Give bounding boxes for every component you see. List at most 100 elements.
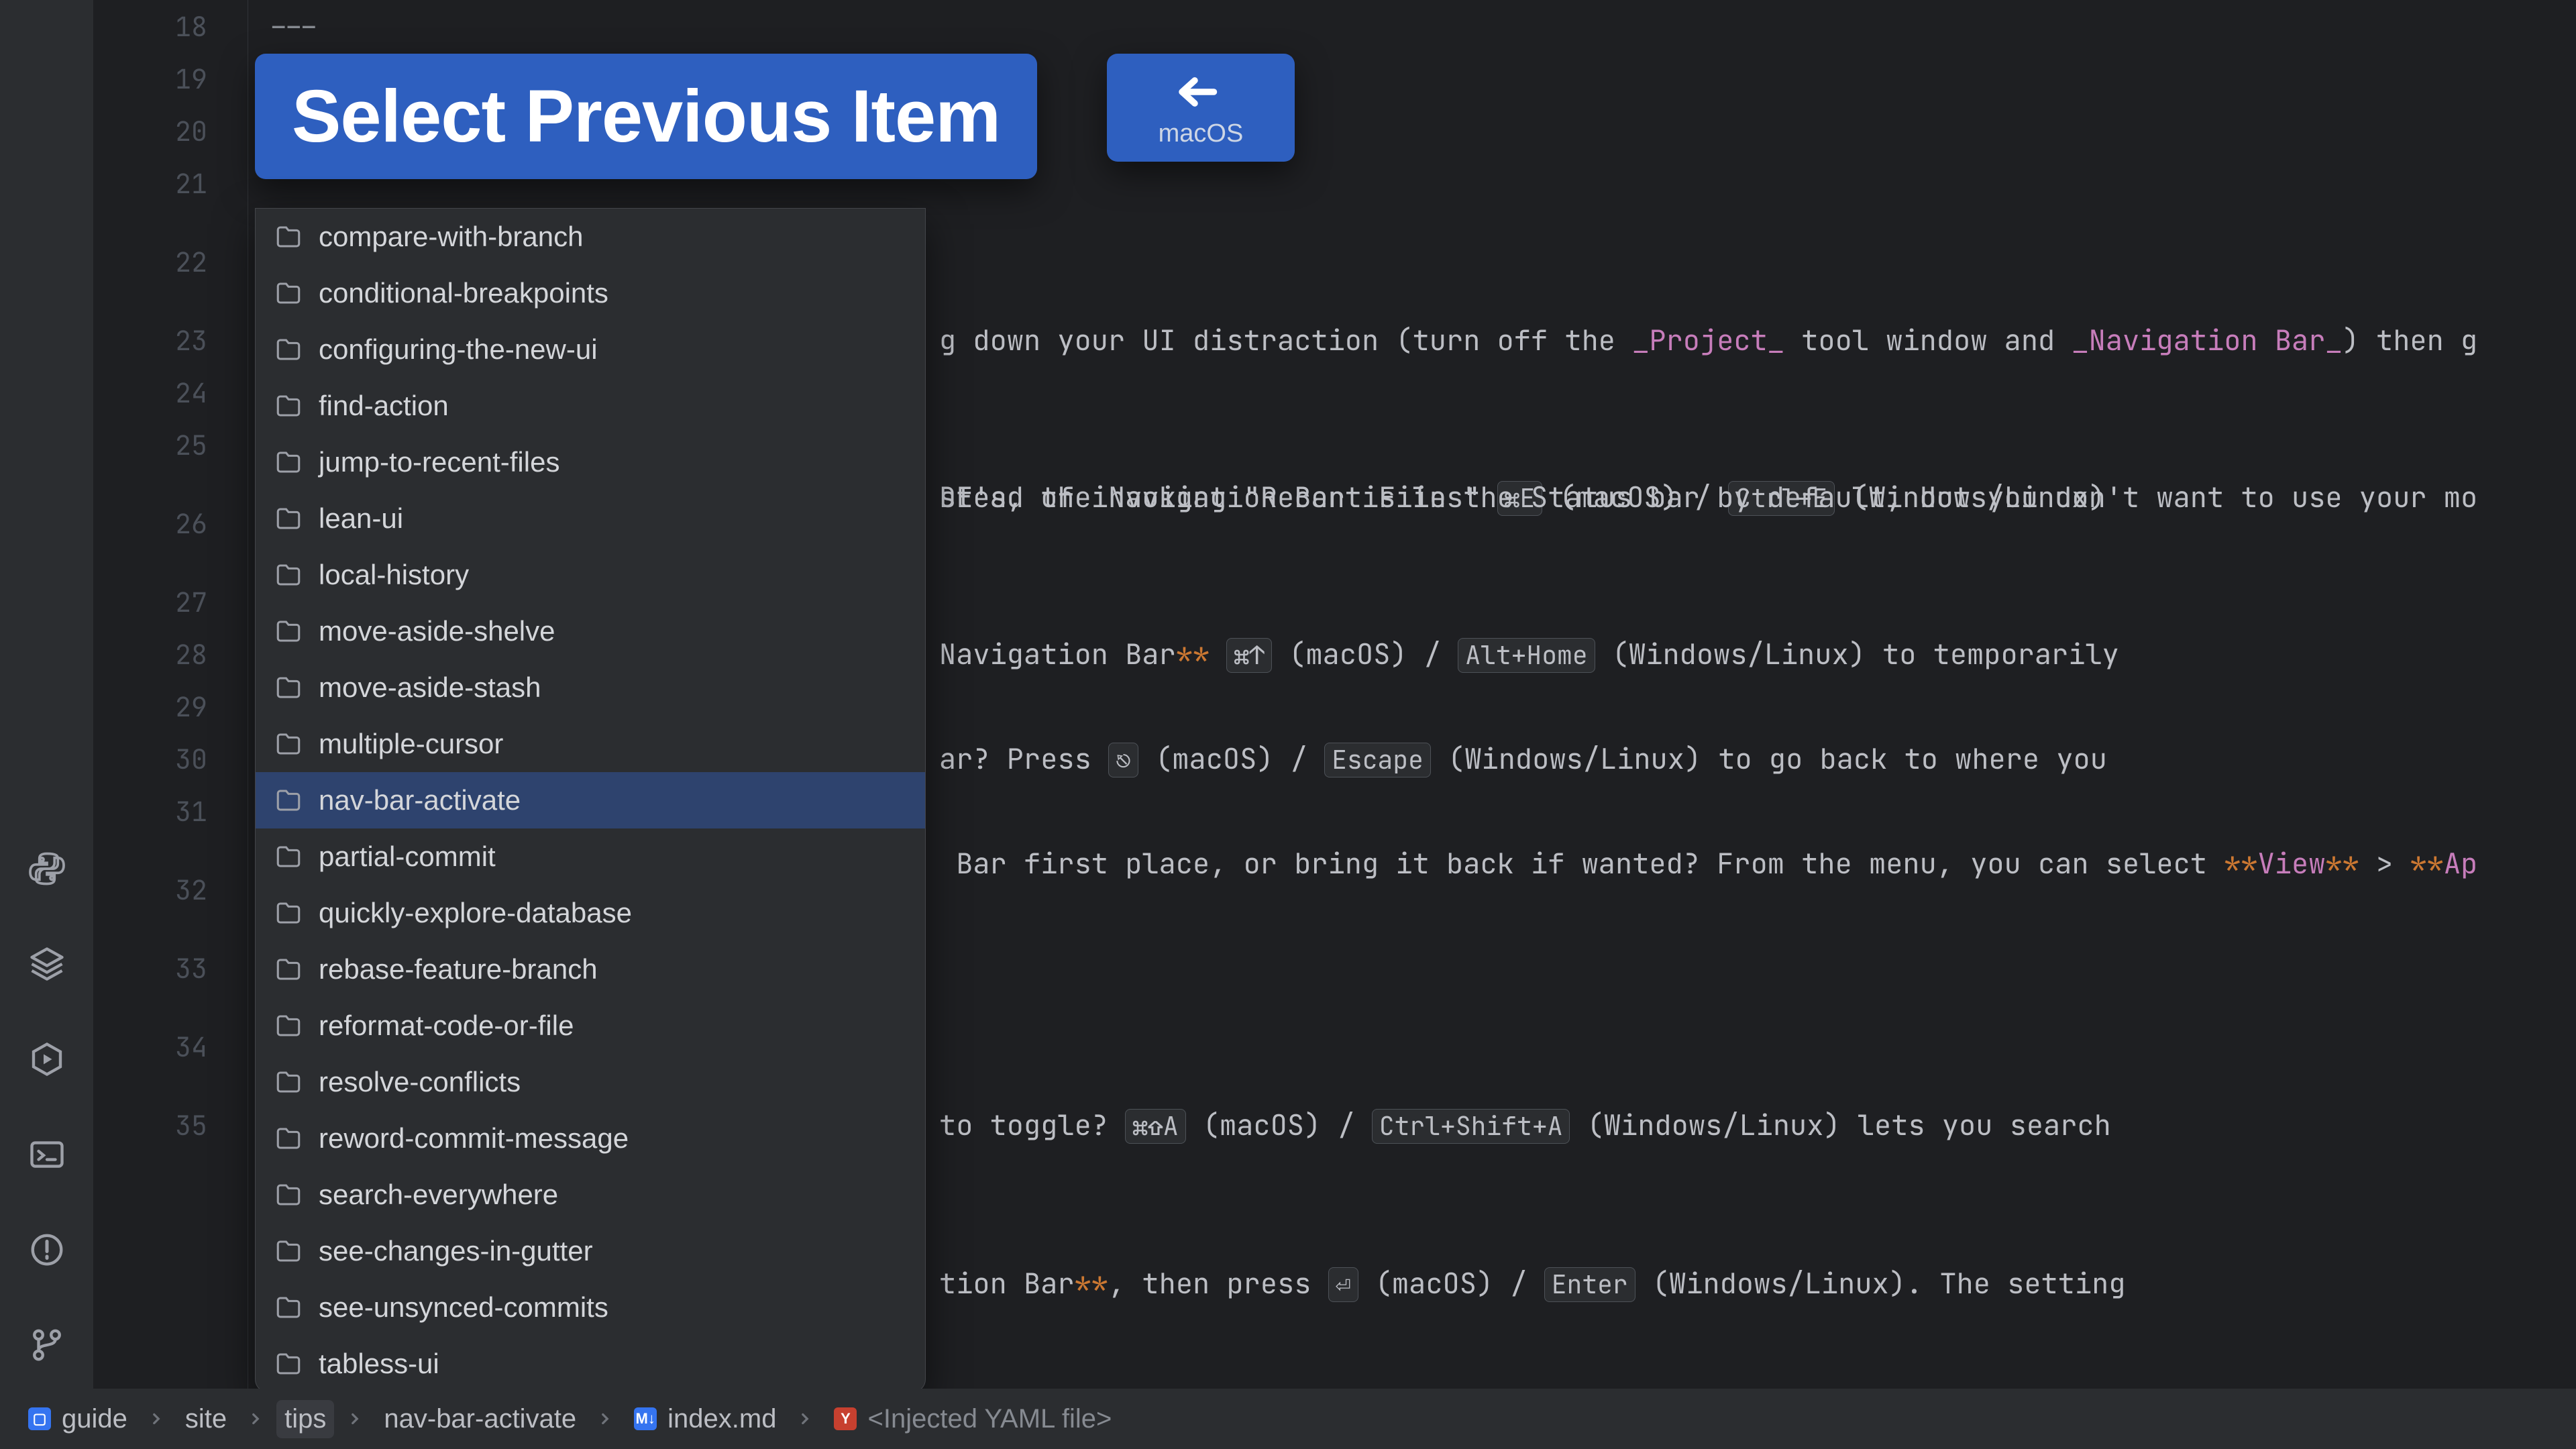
folder-icon bbox=[274, 561, 303, 589]
line-number: 19 bbox=[94, 52, 248, 105]
popup-item[interactable]: tabless-ui bbox=[256, 1336, 925, 1392]
popup-item-label: move-aside-shelve bbox=[319, 615, 555, 647]
line-number: 31 bbox=[94, 785, 248, 837]
chevron-right-icon bbox=[596, 1410, 614, 1428]
popup-item-label: see-unsynced-commits bbox=[319, 1291, 608, 1324]
breadcrumb-item[interactable]: nav-bar-activate bbox=[376, 1400, 584, 1438]
popup-item-label: lean-ui bbox=[319, 502, 403, 535]
folder-icon bbox=[274, 899, 303, 927]
folder-icon bbox=[274, 279, 303, 307]
breadcrumb-label: nav-bar-activate bbox=[384, 1404, 576, 1434]
shortcut-os-label: macOS bbox=[1159, 119, 1244, 148]
folder-icon bbox=[274, 1181, 303, 1209]
terminal-icon bbox=[27, 1134, 67, 1175]
breadcrumb-item-active[interactable]: tips bbox=[276, 1400, 334, 1438]
line-number: 27 bbox=[94, 576, 248, 628]
popup-item-label: reword-commit-message bbox=[319, 1122, 629, 1155]
line-number: 33 bbox=[94, 942, 248, 994]
folder-icon bbox=[274, 504, 303, 533]
line-number: 23 bbox=[94, 314, 248, 366]
services-icon bbox=[27, 1039, 67, 1079]
popup-item-label: move-aside-stash bbox=[319, 672, 541, 704]
popup-item[interactable]: partial-commit bbox=[256, 828, 925, 885]
line-number: 18 bbox=[94, 0, 248, 52]
terminal-button[interactable] bbox=[23, 1131, 70, 1178]
line-number: 21 bbox=[94, 157, 248, 209]
popup-item[interactable]: see-changes-in-gutter bbox=[256, 1223, 925, 1279]
breadcrumb-label: tips bbox=[284, 1404, 326, 1434]
chevron-right-icon bbox=[148, 1410, 165, 1428]
layers-icon bbox=[27, 944, 67, 984]
breadcrumb-item[interactable]: site bbox=[177, 1400, 235, 1438]
popup-item-label: rebase-feature-branch bbox=[319, 953, 598, 985]
folder-icon bbox=[274, 843, 303, 871]
folder-icon bbox=[274, 1068, 303, 1096]
database-button[interactable] bbox=[23, 941, 70, 987]
folder-icon bbox=[274, 786, 303, 814]
popup-item-label: search-everywhere bbox=[319, 1179, 558, 1211]
code-line: --- bbox=[268, 0, 2576, 52]
yaml-file-icon: Y bbox=[834, 1407, 857, 1430]
recent-locations-popup: compare-with-branch conditional-breakpoin… bbox=[255, 208, 926, 1393]
breadcrumb-item[interactable]: ▢ guide bbox=[20, 1400, 136, 1438]
popup-item[interactable]: reformat-code-or-file bbox=[256, 998, 925, 1054]
breadcrumb-label: index.md bbox=[667, 1404, 776, 1434]
python-icon bbox=[27, 849, 67, 889]
problems-icon bbox=[27, 1230, 67, 1270]
popup-item[interactable]: multiple-cursor bbox=[256, 716, 925, 772]
chevron-right-icon bbox=[796, 1410, 814, 1428]
popup-item-label: find-action bbox=[319, 390, 449, 422]
folder-icon bbox=[274, 1124, 303, 1152]
popup-item[interactable]: configuring-the-new-ui bbox=[256, 321, 925, 378]
editor-gutter: 18 19 20 21 22 23 24 25 26 27 28 29 30 3… bbox=[94, 0, 248, 1389]
chevron-right-icon bbox=[346, 1410, 364, 1428]
line-number: 35 bbox=[94, 1099, 248, 1151]
popup-item-label: jump-to-recent-files bbox=[319, 446, 559, 478]
popup-item[interactable]: nav-bar-activate bbox=[256, 772, 925, 828]
popup-item[interactable]: move-aside-shelve bbox=[256, 603, 925, 659]
popup-item[interactable]: quickly-explore-database bbox=[256, 885, 925, 941]
services-button[interactable] bbox=[23, 1036, 70, 1083]
popup-item[interactable]: find-action bbox=[256, 378, 925, 434]
popup-item[interactable]: lean-ui bbox=[256, 490, 925, 547]
version-control-button[interactable] bbox=[23, 1322, 70, 1368]
breadcrumb-bar: ▢ guide site tips nav-bar-activate M↓ in… bbox=[0, 1389, 2576, 1449]
folder-icon bbox=[274, 730, 303, 758]
popup-item[interactable]: move-aside-stash bbox=[256, 659, 925, 716]
popup-item[interactable]: resolve-conflicts bbox=[256, 1054, 925, 1110]
left-tool-strip bbox=[0, 0, 94, 1449]
popup-item[interactable]: conditional-breakpoints bbox=[256, 265, 925, 321]
line-number: 29 bbox=[94, 680, 248, 733]
popup-item-label: conditional-breakpoints bbox=[319, 277, 608, 309]
popup-item-label: tabless-ui bbox=[319, 1348, 439, 1380]
folder-icon bbox=[274, 617, 303, 645]
line-number: 32 bbox=[94, 837, 248, 942]
shortcut-badge: macOS bbox=[1107, 54, 1295, 162]
popup-item[interactable]: reword-commit-message bbox=[256, 1110, 925, 1167]
popup-item-label: resolve-conflicts bbox=[319, 1066, 521, 1098]
popup-item-label: reformat-code-or-file bbox=[319, 1010, 574, 1042]
popup-item-label: see-changes-in-gutter bbox=[319, 1235, 593, 1267]
arrow-left-icon bbox=[1169, 68, 1233, 115]
breadcrumb-item[interactable]: Y <Injected YAML file> bbox=[826, 1400, 1120, 1438]
popup-item[interactable]: see-unsynced-commits bbox=[256, 1279, 925, 1336]
line-number: 22 bbox=[94, 209, 248, 314]
folder-icon bbox=[274, 1293, 303, 1322]
popup-item[interactable]: compare-with-branch bbox=[256, 209, 925, 265]
popup-item[interactable]: search-everywhere bbox=[256, 1167, 925, 1223]
python-console-button[interactable] bbox=[23, 845, 70, 892]
breadcrumb-item[interactable]: M↓ index.md bbox=[626, 1400, 784, 1438]
popup-item[interactable]: local-history bbox=[256, 547, 925, 603]
popup-item-label: partial-commit bbox=[319, 841, 496, 873]
line-number: 20 bbox=[94, 105, 248, 157]
popup-item[interactable]: jump-to-recent-files bbox=[256, 434, 925, 490]
line-number: 30 bbox=[94, 733, 248, 785]
popup-item-label: nav-bar-activate bbox=[319, 784, 521, 816]
folder-icon bbox=[274, 392, 303, 420]
popup-item-label: compare-with-branch bbox=[319, 221, 584, 253]
popup-item-label: multiple-cursor bbox=[319, 728, 503, 760]
folder-icon bbox=[274, 335, 303, 364]
popup-item[interactable]: rebase-feature-branch bbox=[256, 941, 925, 998]
module-icon: ▢ bbox=[28, 1407, 51, 1430]
problems-button[interactable] bbox=[23, 1226, 70, 1273]
